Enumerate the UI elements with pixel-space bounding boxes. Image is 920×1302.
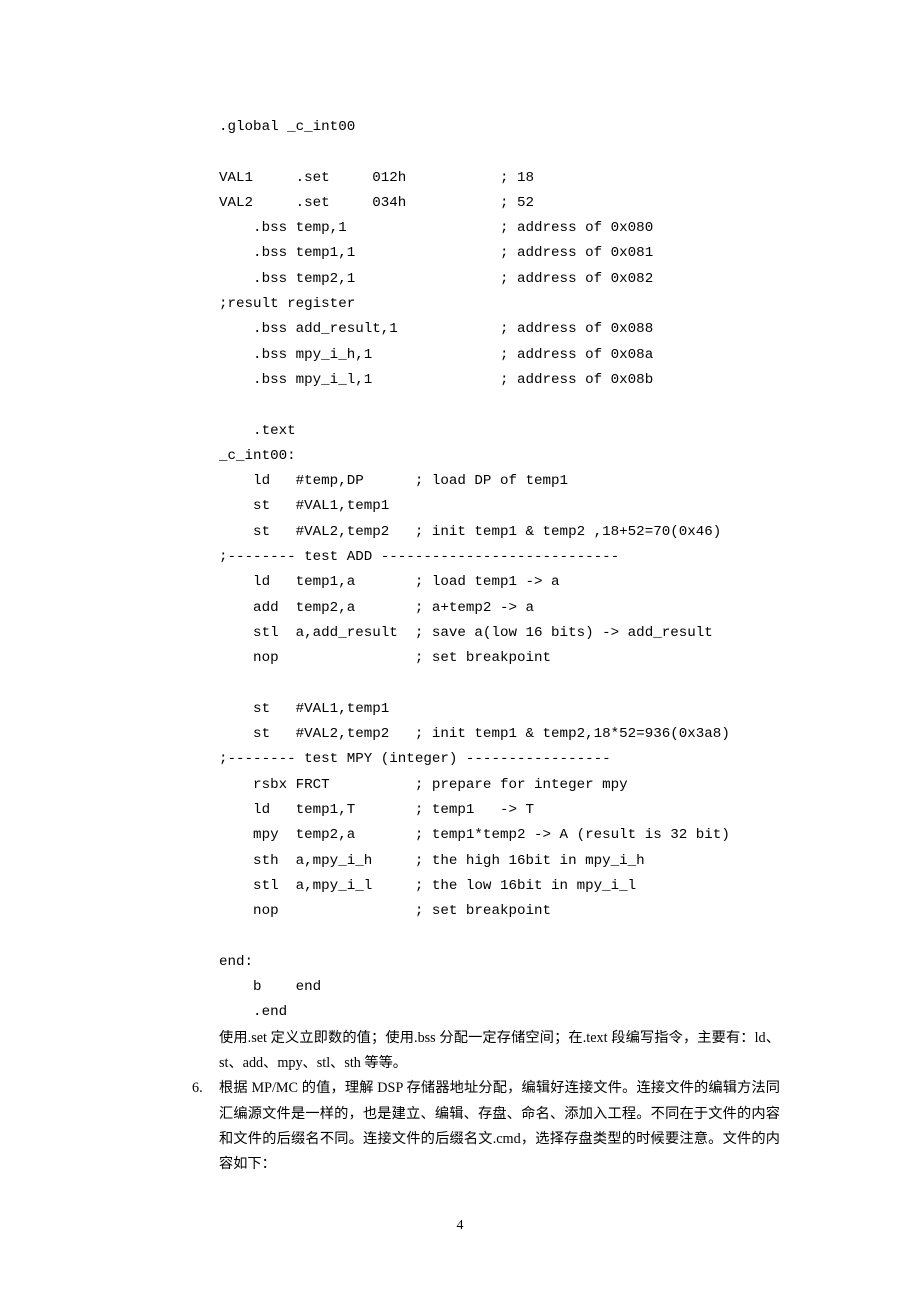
code-line: ld temp1,T ; temp1 -> T: [219, 802, 534, 818]
code-line: st #VAL2,temp2 ; init temp1 & temp2 ,18+…: [219, 524, 721, 540]
code-line: mpy temp2,a ; temp1*temp2 -> A (result i…: [219, 827, 730, 843]
code-line: st #VAL2,temp2 ; init temp1 & temp2,18*5…: [219, 726, 730, 742]
code-line: VAL2 .set 034h ; 52: [219, 195, 534, 211]
code-line: ld #temp,DP ; load DP of temp1: [219, 473, 568, 489]
code-line: stl a,mpy_i_l ; the low 16bit in mpy_i_l: [219, 878, 636, 894]
code-line: rsbx FRCT ; prepare for integer mpy: [219, 777, 628, 793]
code-line: .global _c_int00: [219, 119, 355, 135]
code-line: ld temp1,a ; load temp1 -> a: [219, 574, 560, 590]
code-line: b end: [219, 979, 321, 995]
numbered-item-6: 6. 根据 MP/MC 的值，理解 DSP 存储器地址分配，编辑好连接文件。连接…: [192, 1076, 780, 1177]
code-block: .global _c_int00 VAL1 .set 012h ; 18 VAL…: [219, 115, 780, 1026]
code-line: nop ; set breakpoint: [219, 650, 551, 666]
code-line: ;-------- test MPY (integer) -----------…: [219, 751, 611, 767]
code-line: st #VAL1,temp1: [219, 701, 389, 717]
code-line: .bss add_result,1 ; address of 0x088: [219, 321, 653, 337]
code-line: st #VAL1,temp1: [219, 498, 389, 514]
code-line: .bss temp,1 ; address of 0x080: [219, 220, 653, 236]
paragraph-linker-file: 根据 MP/MC 的值，理解 DSP 存储器地址分配，编辑好连接文件。连接文件的…: [219, 1076, 780, 1177]
code-line: .end: [219, 1004, 287, 1020]
code-line: .bss temp1,1 ; address of 0x081: [219, 245, 653, 261]
code-line: .text: [219, 423, 296, 439]
list-number: 6.: [192, 1076, 219, 1101]
code-line: _c_int00:: [219, 448, 296, 464]
code-line: stl a,add_result ; save a(low 16 bits) -…: [219, 625, 713, 641]
paragraph-usage: 使用.set 定义立即数的值；使用.bss 分配一定存储空间；在.text 段编…: [219, 1026, 780, 1077]
code-line: nop ; set breakpoint: [219, 903, 551, 919]
code-line: VAL1 .set 012h ; 18: [219, 170, 534, 186]
code-line: .bss mpy_i_l,1 ; address of 0x08b: [219, 372, 653, 388]
page-number: 4: [0, 1218, 920, 1234]
code-line: .bss mpy_i_h,1 ; address of 0x08a: [219, 347, 653, 363]
code-line: add temp2,a ; a+temp2 -> a: [219, 600, 534, 616]
code-line: .bss temp2,1 ; address of 0x082: [219, 271, 653, 287]
code-line: ;-------- test ADD ---------------------…: [219, 549, 619, 565]
code-line: end:: [219, 954, 253, 970]
code-line: ;result register: [219, 296, 355, 312]
code-line: sth a,mpy_i_h ; the high 16bit in mpy_i_…: [219, 853, 645, 869]
